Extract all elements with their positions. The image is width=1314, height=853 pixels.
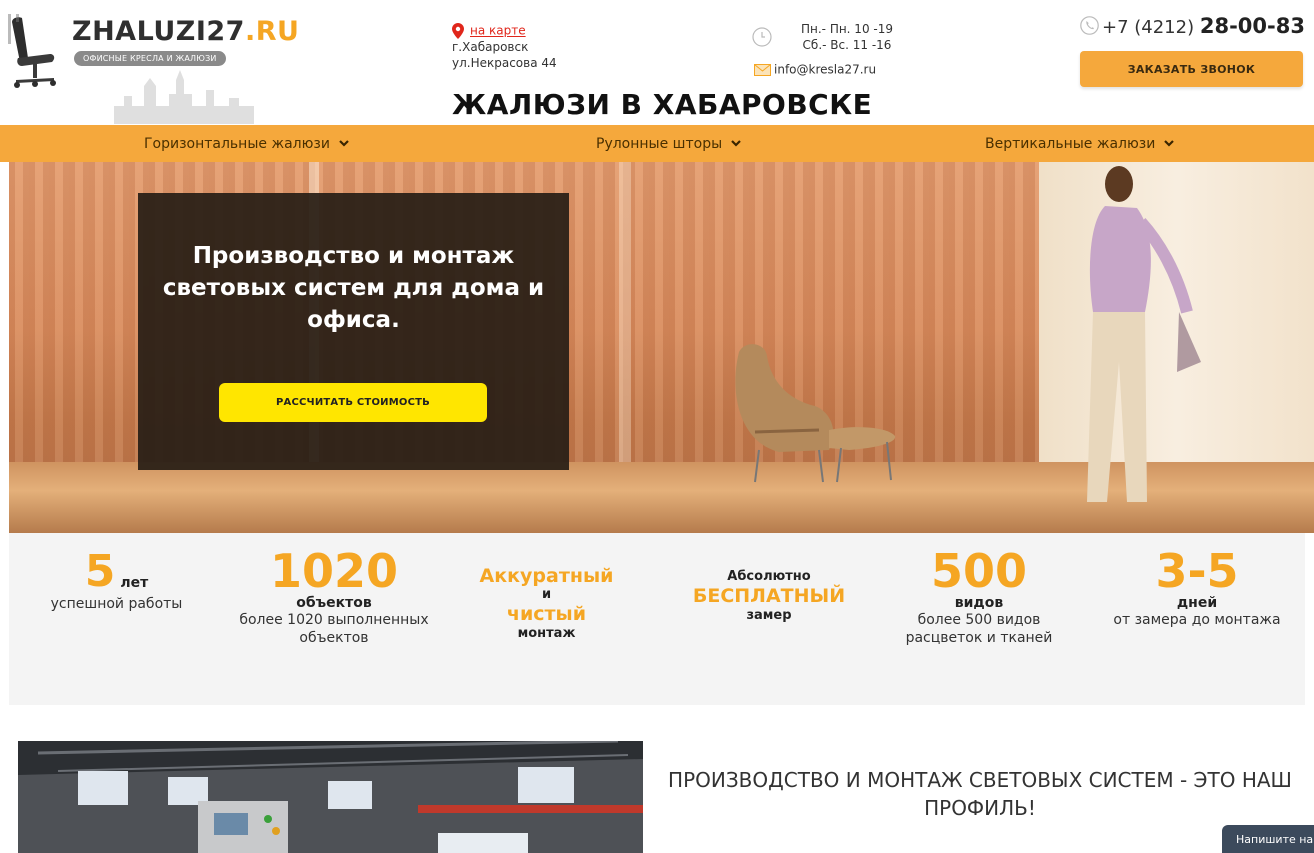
factory-image: [18, 741, 643, 853]
stat-accurate-3: монтаж: [517, 626, 576, 641]
logo[interactable]: ZHALUZI27.RU ОФИСНЫЕ КРЕСЛА И ЖАЛЮЗИ: [6, 14, 299, 124]
chair-logo-icon: [8, 14, 56, 88]
address-city: г.Хабаровск: [452, 39, 529, 54]
hero-heading: Производство и монтаж световых систем дл…: [162, 243, 545, 333]
stat-desc: от замера до монтажа: [1113, 612, 1281, 628]
address-block: на карте г.Хабаровск ул.Некрасова 44: [452, 22, 557, 71]
brand-tld: .RU: [244, 16, 300, 47]
woman-image: [1087, 166, 1201, 502]
stat-accurate-2: чистый: [506, 603, 587, 625]
callback-button[interactable]: ЗАКАЗАТЬ ЗВОНОК: [1080, 51, 1303, 87]
email-address[interactable]: info@kresla27.ru: [774, 63, 876, 77]
main-nav: Горизонтальные жалюзи Рулонные шторы Вер…: [0, 125, 1314, 162]
nav-label: Вертикальные жалюзи: [985, 135, 1156, 152]
chevron-down-icon: [1164, 140, 1175, 147]
stat-free-2: БЕСПЛАТНЫЙ: [692, 585, 846, 607]
nav-label: Горизонтальные жалюзи: [144, 135, 330, 152]
profile-heading: ПРОИЗВОДСТВО И МОНТАЖ СВЕТОВЫХ СИСТЕМ - …: [668, 768, 1292, 820]
stat-accurate: Аккуратный и чистый монтаж: [464, 565, 629, 642]
address-street: ул.Некрасова 44: [452, 55, 557, 70]
envelope-icon: [754, 63, 771, 76]
clock-icon: [752, 27, 772, 47]
nav-label: Рулонные шторы: [596, 135, 723, 152]
stat-unit: видов: [954, 595, 1004, 611]
phone-block[interactable]: +7 (4212) 28-00-83: [1080, 14, 1305, 38]
phone-number[interactable]: 28-00-83: [1200, 14, 1305, 38]
phone-icon: [1080, 16, 1099, 35]
stat-value: 5 лет: [29, 533, 204, 595]
stat-kinds: 500 видов более 500 видов расцветок и тк…: [889, 533, 1069, 647]
email-block[interactable]: info@kresla27.ru: [754, 62, 876, 77]
stat-number: 5: [84, 546, 116, 597]
stat-number: 500: [930, 544, 1028, 598]
stat-desc: более 500 видов расцветок и тканей: [905, 612, 1053, 646]
brand-name: ZHALUZI27.RU: [72, 16, 299, 47]
nav-item-horizontal[interactable]: Горизонтальные жалюзи: [144, 125, 349, 162]
map-pin-icon: [452, 22, 464, 39]
stat-number: 1020: [269, 544, 399, 598]
nav-item-vertical[interactable]: Вертикальные жалюзи: [985, 125, 1175, 162]
stat-accurate-and: и: [541, 587, 552, 602]
stat-unit: дней: [1176, 595, 1218, 611]
hero-panel: Производство и монтаж световых систем дл…: [138, 193, 569, 470]
calculate-cost-button[interactable]: РАССЧИТАТЬ СТОИМОСТЬ: [219, 383, 487, 422]
stats-strip: 5 лет успешной работы 1020 объектов боле…: [9, 533, 1305, 705]
stat-days: 3-5 дней от замера до монтажа: [1099, 533, 1295, 629]
stat-free-3: замер: [746, 608, 792, 623]
lounge-chair-image: [735, 344, 896, 483]
stat-accurate-1: Аккуратный: [479, 565, 614, 587]
stat-desc: более 1020 выполненных объектов: [239, 612, 429, 646]
brand-main: ZHALUZI27: [72, 16, 245, 47]
hours-weekdays: Пн.- Пн. 10 -19: [800, 22, 893, 36]
phone-prefix: +7 (4212): [1102, 17, 1195, 38]
chevron-down-icon: [339, 140, 349, 147]
factory-photo: [18, 741, 643, 853]
stat-free: Абсолютно БЕСПЛАТНЫЙ замер: [679, 569, 859, 624]
stat-number: 3-5: [1155, 544, 1239, 598]
light-stripe: [619, 162, 631, 462]
stat-objects: 1020 объектов более 1020 выполненных объ…: [218, 533, 450, 647]
page-title: ЖАЛЮЗИ В ХАБАРОВСКЕ: [452, 88, 873, 121]
stat-desc: успешной работы: [50, 596, 183, 612]
nav-item-roller[interactable]: Рулонные шторы: [596, 125, 741, 162]
tagline: ОФИСНЫЕ КРЕСЛА И ЖАЛЮЗИ: [74, 51, 226, 66]
map-row: на карте: [452, 22, 557, 39]
hero-banner: Производство и монтаж световых систем дл…: [9, 162, 1314, 533]
stat-unit: лет: [120, 575, 149, 591]
stat-free-1: Абсолютно: [727, 569, 811, 584]
stat-years: 5 лет успешной работы: [29, 533, 204, 613]
map-link[interactable]: на карте: [470, 24, 526, 38]
site-header: ZHALUZI27.RU ОФИСНЫЕ КРЕСЛА И ЖАЛЮЗИ на …: [0, 0, 1314, 125]
city-silhouette: [114, 70, 254, 124]
hours-weekend: Сб.- Вс. 11 -16: [802, 38, 892, 52]
stat-unit: объектов: [296, 595, 372, 611]
chat-widget-button[interactable]: Напишите нам: [1222, 825, 1314, 853]
chevron-down-icon: [731, 140, 741, 147]
